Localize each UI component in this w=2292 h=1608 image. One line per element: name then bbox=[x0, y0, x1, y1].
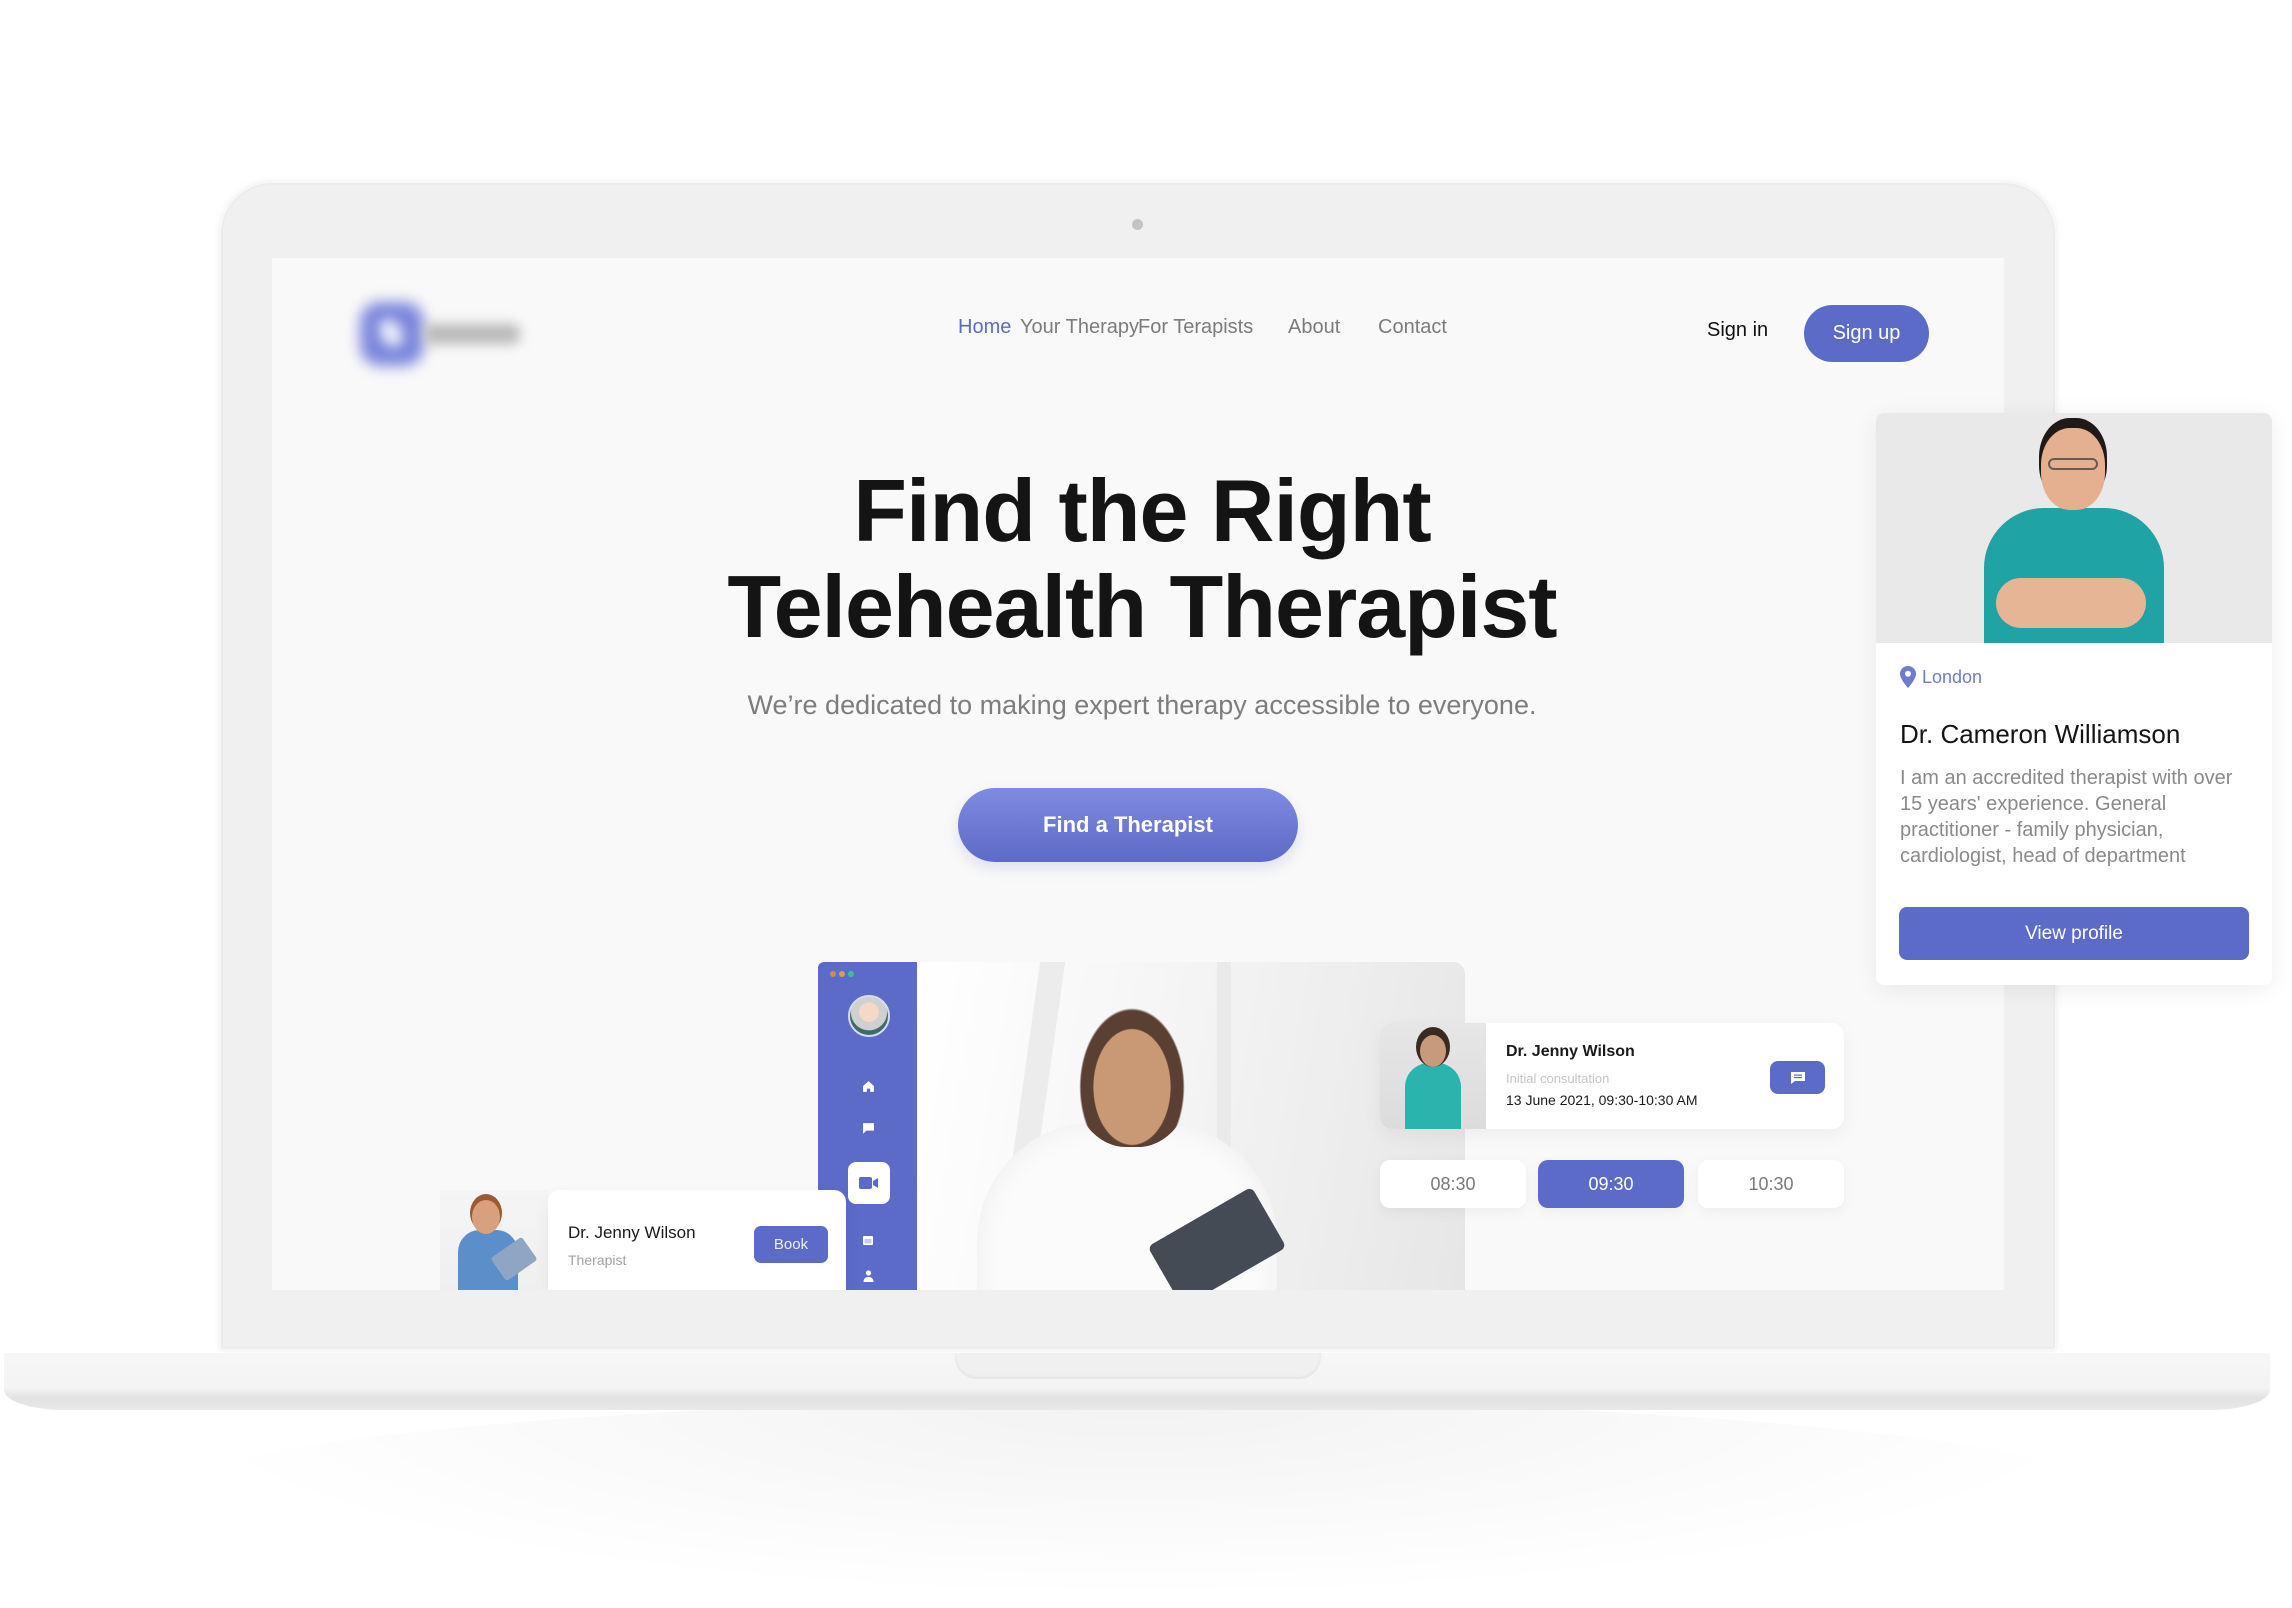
time-slot-1030[interactable]: 10:30 bbox=[1698, 1160, 1844, 1208]
location-pin-icon bbox=[1900, 666, 1916, 688]
profile-location: London bbox=[1900, 666, 1982, 688]
nav-for-terapists[interactable]: For Terapists bbox=[1138, 316, 1253, 339]
window-dot-close bbox=[830, 971, 836, 977]
photo-doctor-face bbox=[1072, 997, 1192, 1147]
window-controls bbox=[830, 971, 854, 977]
nav-your-therapy[interactable]: Your Therapy bbox=[1020, 316, 1139, 339]
book-button[interactable]: Book bbox=[754, 1226, 828, 1263]
time-slot-0830[interactable]: 08:30 bbox=[1380, 1160, 1526, 1208]
hero-title: Find the Right Telehealth Therapist bbox=[272, 463, 2004, 655]
sign-in-link[interactable]: Sign in bbox=[1707, 319, 1768, 342]
profile-photo-arms bbox=[1996, 578, 2146, 628]
appointment-type: Initial consultation bbox=[1506, 1071, 1610, 1086]
laptop-shadow bbox=[150, 1400, 2130, 1600]
user-icon[interactable] bbox=[858, 1266, 878, 1286]
view-profile-button[interactable]: View profile bbox=[1899, 907, 2249, 960]
appointment-doctor-name: Dr. Jenny Wilson bbox=[1506, 1043, 1635, 1060]
profile-card: London Dr. Cameron Williamson I am an ac… bbox=[1876, 413, 2272, 985]
nav-home[interactable]: Home bbox=[958, 316, 1011, 339]
hero-title-line-1: Find the Right bbox=[853, 461, 1431, 560]
time-slot-0930[interactable]: 09:30 bbox=[1538, 1160, 1684, 1208]
brand-logo[interactable] bbox=[360, 302, 530, 366]
home-icon[interactable] bbox=[858, 1076, 878, 1096]
nav-about[interactable]: About bbox=[1288, 316, 1340, 339]
hero-subtitle: We’re dedicated to making expert therapy… bbox=[747, 690, 1537, 720]
nav-contact[interactable]: Contact bbox=[1378, 316, 1447, 339]
laptop-notch bbox=[955, 1353, 1321, 1379]
therapist-role: Therapist bbox=[568, 1252, 627, 1268]
video-icon[interactable] bbox=[848, 1162, 890, 1204]
doctor-photo bbox=[1380, 1023, 1486, 1129]
doctor-photo-scrubs bbox=[1405, 1063, 1461, 1129]
window-dot-maximize bbox=[848, 971, 854, 977]
logo-wordmark-blurred bbox=[424, 324, 520, 344]
find-therapist-button[interactable]: Find a Therapist bbox=[958, 788, 1298, 862]
sign-up-button[interactable]: Sign up bbox=[1804, 305, 1929, 362]
profile-photo-glasses bbox=[2048, 458, 2098, 470]
user-avatar[interactable] bbox=[848, 995, 890, 1037]
window-dot-minimize bbox=[839, 971, 845, 977]
calendar-icon[interactable] bbox=[858, 1230, 878, 1250]
doctor-photo-face bbox=[1420, 1035, 1446, 1067]
message-icon bbox=[1790, 1071, 1805, 1084]
therapist-photo-face bbox=[472, 1200, 500, 1234]
appointment-datetime: 13 June 2021, 09:30-10:30 AM bbox=[1506, 1092, 1698, 1108]
profile-bio: I am an accredited therapist with over 1… bbox=[1900, 767, 2233, 867]
profile-name: Dr. Cameron Williamson bbox=[1900, 719, 2181, 749]
chat-icon[interactable] bbox=[858, 1118, 878, 1138]
laptop-screen: Home Your Therapy For Terapists About Co… bbox=[272, 258, 2004, 1290]
location-label: London bbox=[1922, 666, 1983, 687]
webcam bbox=[1132, 219, 1143, 230]
therapist-name: Dr. Jenny Wilson bbox=[568, 1223, 696, 1242]
profile-photo bbox=[1876, 413, 2272, 643]
message-button[interactable] bbox=[1770, 1061, 1825, 1094]
hero-title-line-2: Telehealth Therapist bbox=[727, 557, 1557, 656]
therapist-card: Dr. Jenny Wilson Therapist Book bbox=[548, 1190, 846, 1290]
appointment-card: Dr. Jenny Wilson Initial consultation 13… bbox=[1380, 1023, 1844, 1129]
therapist-photo bbox=[440, 1190, 548, 1290]
